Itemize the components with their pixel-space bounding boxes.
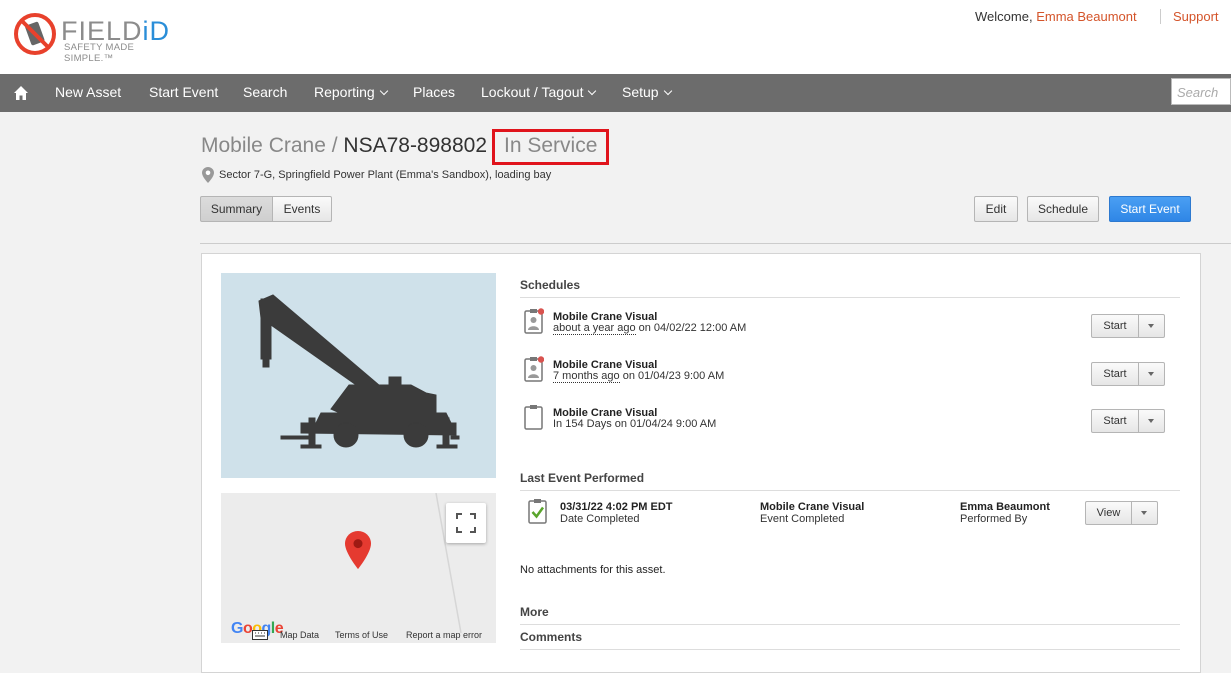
map-marker-icon[interactable] <box>345 531 371 569</box>
schedule-2-date: 7 months ago on 01/04/23 9:00 AM <box>553 370 725 383</box>
more-heading: More <box>520 605 549 619</box>
location-pin-icon <box>202 167 214 183</box>
user-name-link[interactable]: Emma Beaumont <box>1036 9 1136 24</box>
nav-start-event[interactable]: Start Event <box>149 74 218 112</box>
schedule-1-start-button[interactable]: Start <box>1092 315 1139 337</box>
schedule-3-start-split[interactable]: Start <box>1091 409 1165 433</box>
chevron-down-icon <box>663 86 672 96</box>
logo-tagline: SAFETY MADE SIMPLE.™ <box>64 42 135 64</box>
schedule-1-date-text: on 04/02/22 12:00 AM <box>635 322 747 334</box>
schedule-1-relative: about a year ago <box>553 322 636 335</box>
status-badge: In Service <box>504 134 598 157</box>
map-report-link[interactable]: Report a map error <box>406 630 482 640</box>
chevron-down-icon[interactable] <box>1138 363 1164 385</box>
schedule-2-start-split[interactable]: Start <box>1091 362 1165 386</box>
nav-new-asset[interactable]: New Asset <box>55 74 121 112</box>
comments-heading: Comments <box>520 630 583 644</box>
nav-search[interactable]: Search <box>243 74 287 112</box>
no-clipboard-icon <box>14 13 56 55</box>
schedule-2-date-text: on 01/04/23 9:00 AM <box>619 370 725 382</box>
page-title: Mobile Crane / NSA78-898802 <box>201 134 487 158</box>
comments-divider <box>520 649 1180 650</box>
view-button[interactable]: View <box>1086 502 1132 524</box>
chevron-down-icon[interactable] <box>1138 410 1164 432</box>
tab-events[interactable]: Events <box>272 196 332 222</box>
nav-lockout-label: Lockout / Tagout <box>481 84 584 100</box>
nav-reporting-label: Reporting <box>314 84 375 100</box>
nav-setup[interactable]: Setup <box>622 74 672 112</box>
map-fullscreen-button[interactable] <box>446 503 486 543</box>
last-event-performer-label: Performed By <box>960 513 1028 525</box>
support-link[interactable]: Support <box>1160 9 1219 24</box>
asset-image <box>221 273 496 478</box>
home-icon[interactable] <box>13 85 29 101</box>
more-divider <box>520 624 1180 625</box>
schedule-3-start-button[interactable]: Start <box>1092 410 1139 432</box>
tab-summary[interactable]: Summary <box>200 196 273 222</box>
last-event-date-label: Date Completed <box>560 513 640 525</box>
nav-lockout-tagout[interactable]: Lockout / Tagout <box>481 74 597 112</box>
clipboard-user-alert-icon <box>524 308 544 334</box>
chevron-down-icon <box>588 86 597 96</box>
keyboard-icon[interactable] <box>252 630 268 640</box>
last-event-heading: Last Event Performed <box>520 471 645 485</box>
nav-places[interactable]: Places <box>413 74 455 112</box>
nav-reporting[interactable]: Reporting <box>314 74 388 112</box>
clipboard-user-alert-icon <box>524 356 544 382</box>
chevron-down-icon[interactable] <box>1131 502 1157 524</box>
fieldid-logo[interactable]: FIELDiD SAFETY MADE SIMPLE.™ <box>13 12 183 64</box>
asset-serial: NSA78-898802 <box>343 134 488 157</box>
start-event-button[interactable]: Start Event <box>1109 196 1191 222</box>
schedules-heading: Schedules <box>520 278 581 292</box>
clipboard-icon <box>524 405 543 430</box>
header-divider <box>200 243 1231 244</box>
schedules-divider <box>520 297 1180 298</box>
attachments-text: No attachments for this asset. <box>520 564 666 576</box>
map-terms-link[interactable]: Terms of Use <box>335 630 388 640</box>
last-event-performer: Emma Beaumont <box>960 501 1050 513</box>
schedule-1-date: about a year ago on 04/02/22 12:00 AM <box>553 322 747 335</box>
nav-setup-label: Setup <box>622 84 659 100</box>
chevron-down-icon <box>379 86 388 96</box>
last-event-date: 03/31/22 4:02 PM EDT <box>560 501 673 513</box>
schedule-1-start-split[interactable]: Start <box>1091 314 1165 338</box>
map-data-link[interactable]: Map Data <box>280 630 319 640</box>
schedule-3-date: In 154 Days on 01/04/24 9:00 AM <box>553 418 717 430</box>
clipboard-check-icon <box>528 499 547 524</box>
schedule-button[interactable]: Schedule <box>1027 196 1099 222</box>
view-split-button[interactable]: View <box>1085 501 1158 525</box>
welcome-text: Welcome, Emma Beaumont <box>975 9 1137 24</box>
top-header: FIELDiD SAFETY MADE SIMPLE.™ Welcome, Em… <box>0 0 1231 74</box>
search-input[interactable]: Search <box>1171 78 1231 105</box>
crane-silhouette <box>258 294 460 449</box>
last-event-name-label: Event Completed <box>760 513 845 525</box>
last-event-name[interactable]: Mobile Crane Visual <box>760 501 864 513</box>
last-event-divider <box>520 490 1180 491</box>
asset-location: Sector 7-G, Springfield Power Plant (Emm… <box>219 169 552 181</box>
chevron-down-icon[interactable] <box>1138 315 1164 337</box>
main-nav: New Asset Start Event Search Reporting P… <box>0 74 1231 112</box>
edit-button[interactable]: Edit <box>974 196 1018 222</box>
fullscreen-icon <box>456 513 476 533</box>
schedule-2-relative: 7 months ago <box>553 370 620 383</box>
schedule-2-start-button[interactable]: Start <box>1092 363 1139 385</box>
asset-type: Mobile Crane / <box>201 134 338 157</box>
